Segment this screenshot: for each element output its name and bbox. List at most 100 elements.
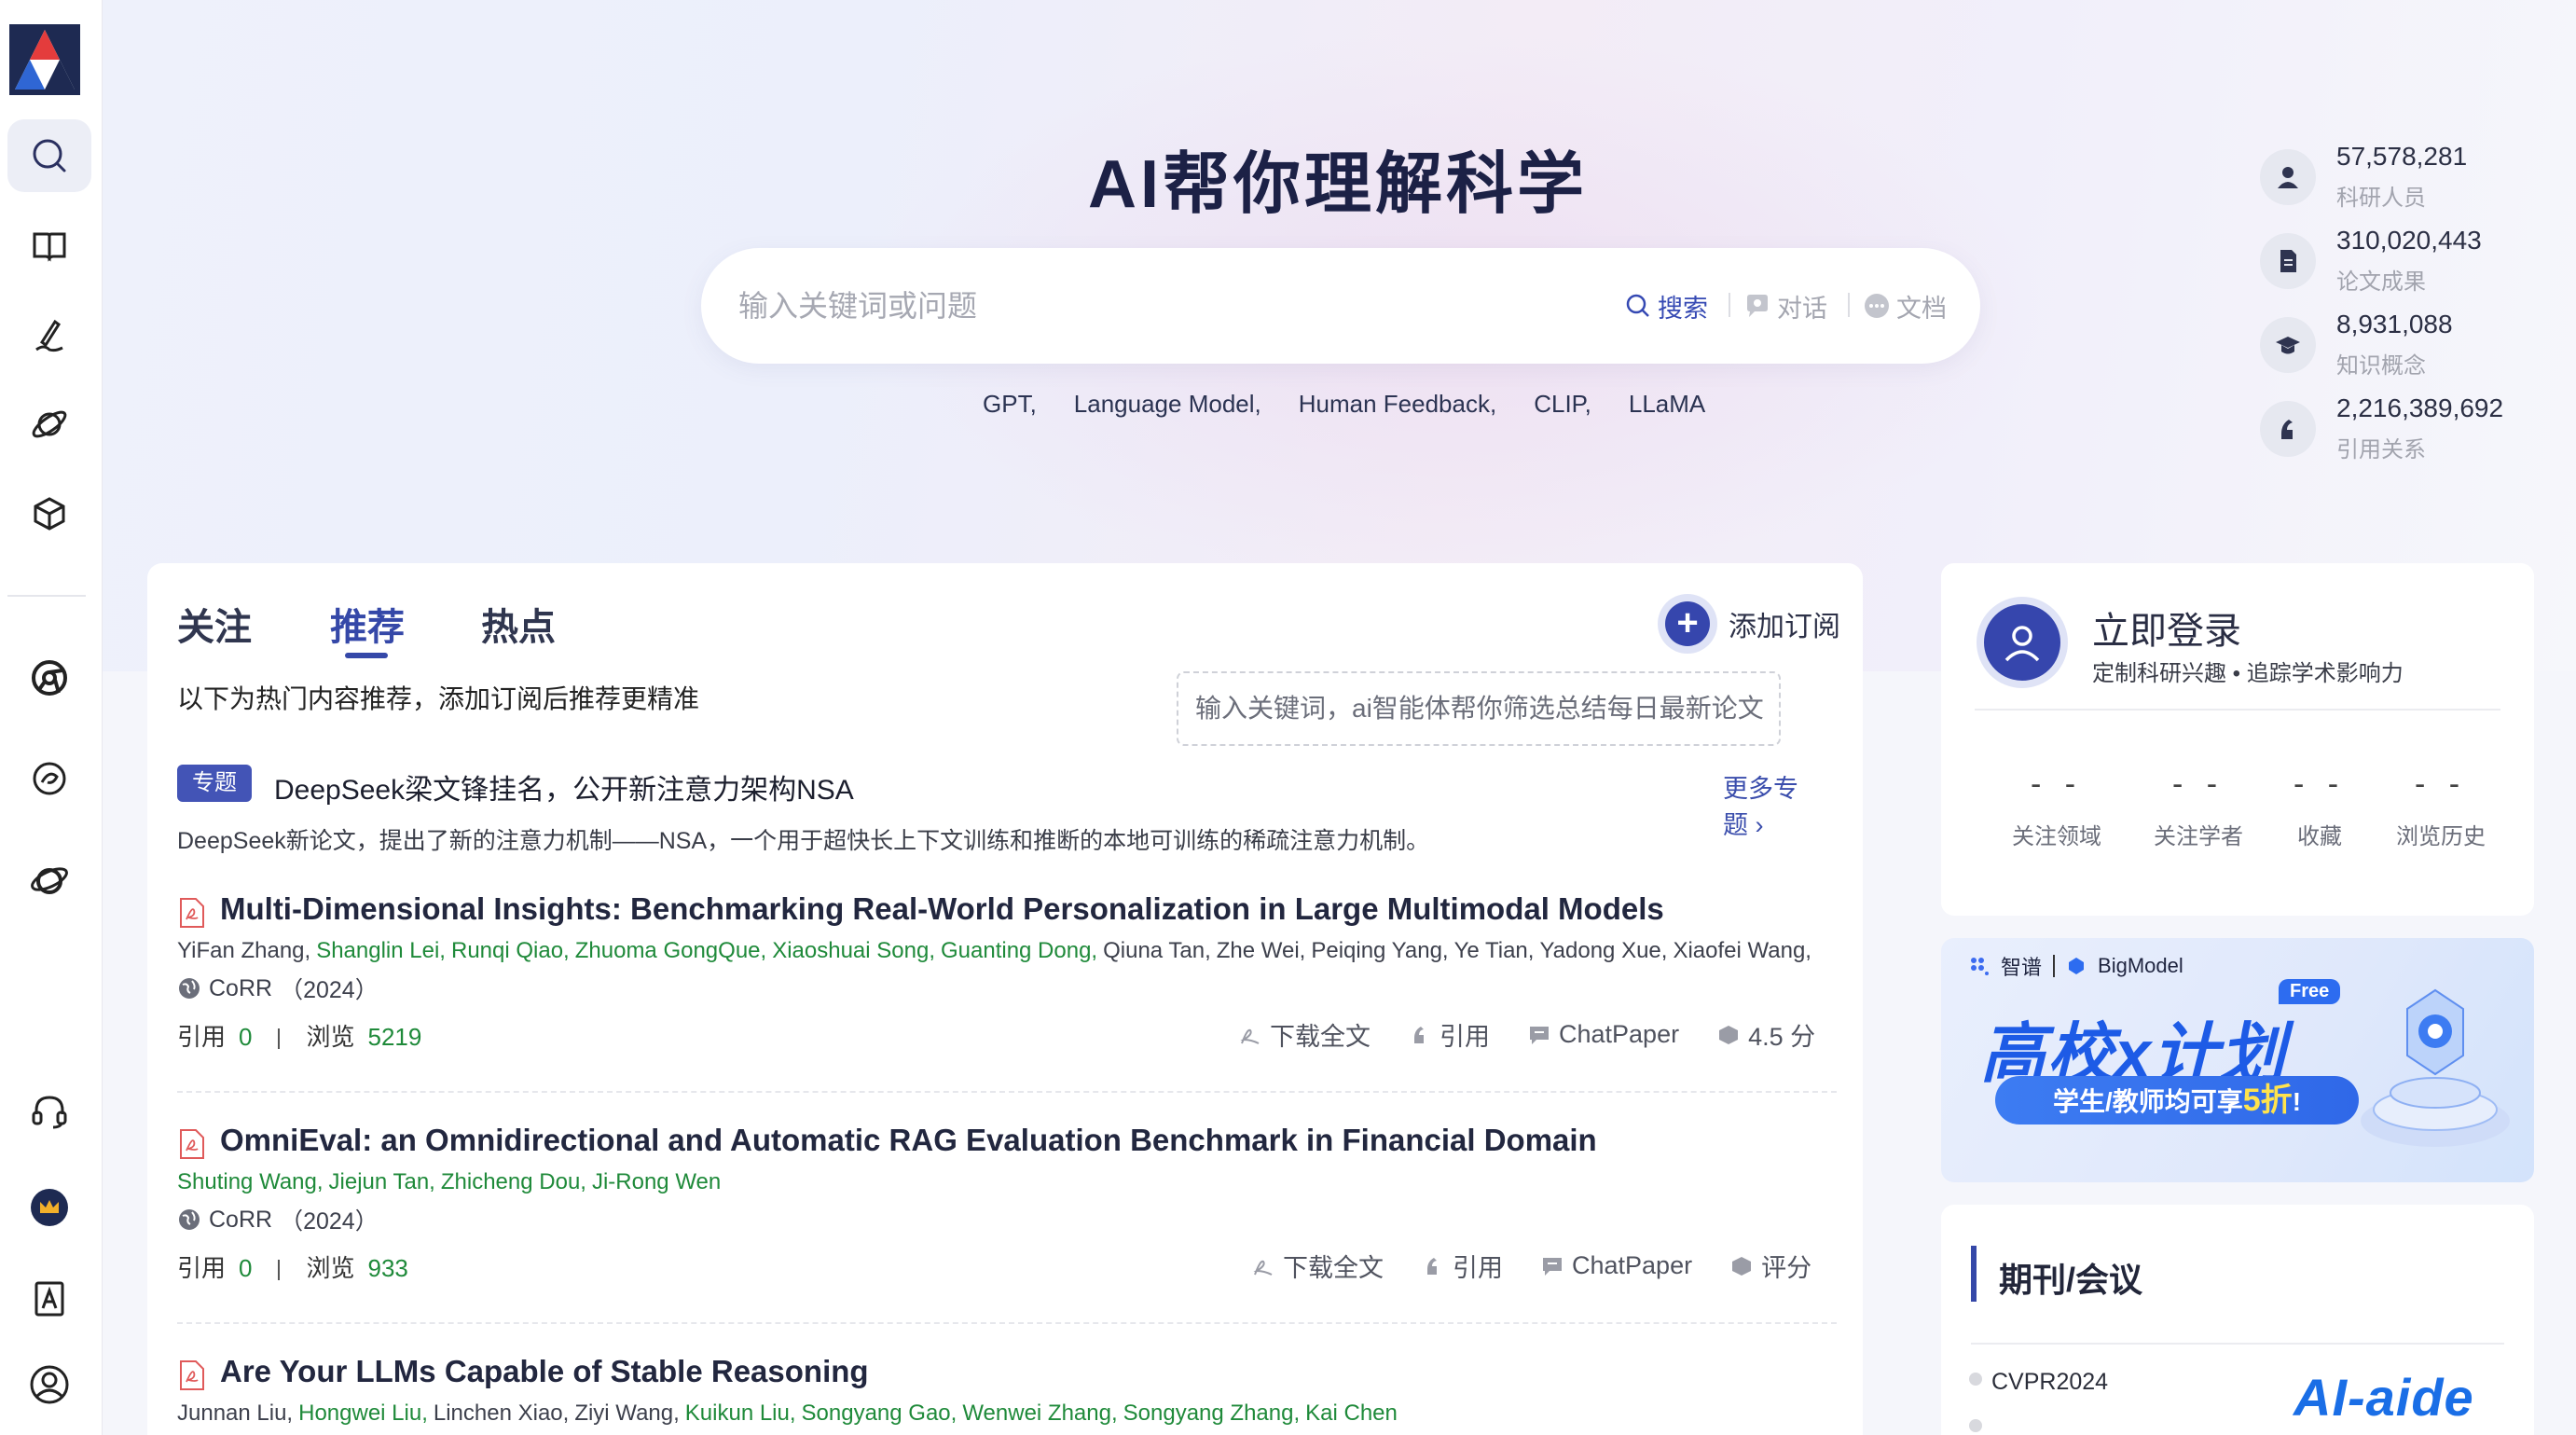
author-name[interactable]: Jiejun Tan, [329,1169,435,1194]
tag-gpt[interactable]: GPT, [983,390,1037,419]
view-label: 浏览 [306,1254,355,1282]
author-name[interactable]: Shanglin Lei, [316,938,446,963]
paper-title[interactable]: Multi-Dimensional Insights: Benchmarking… [220,891,1664,927]
rating-button[interactable]: 4.5 分 [1716,1016,1815,1053]
nav-contacts[interactable] [7,1263,91,1335]
metric-followed-scholars[interactable]: - - 关注学者 [2133,766,2264,850]
contact-card-icon [34,1281,64,1317]
search-mode-docs-label: 文档 [1896,294,1947,323]
logo-icon[interactable] [9,24,80,95]
watermark-logo: AI-aide [2294,1368,2474,1427]
chat-bubble-icon [1747,295,1768,317]
nav-profile[interactable] [7,1348,91,1421]
cite-button[interactable]: 引用 [1408,1016,1490,1053]
author-name[interactable]: Hongwei Liu, [298,1401,428,1426]
add-subscription-button[interactable]: + 添加订阅 [1658,591,1840,656]
author-name[interactable]: Zhuoma GongQue, [575,938,766,963]
author-name[interactable]: Kai Chen [1305,1401,1398,1426]
stat-concepts: 8,931,088 知识概念 [2260,310,2540,384]
nav-explore[interactable] [7,388,91,461]
more-topics-link[interactable]: 更多专题 › [1723,768,1818,841]
download-button[interactable]: 下载全文 [1238,1016,1371,1053]
author-name[interactable]: Guanting Dong, [941,938,1097,963]
download-label: 下载全文 [1270,1023,1371,1051]
paper-title[interactable]: Are Your LLMs Capable of Stable Reasonin… [220,1354,869,1389]
author-name[interactable]: Runqi Qiao, [451,938,570,963]
nav-edge-extension[interactable] [7,742,91,815]
author-name[interactable]: Peiqing Yang, [1311,938,1448,963]
download-button[interactable]: 下载全文 [1251,1248,1384,1284]
tag-language-model[interactable]: Language Model, [1074,390,1261,419]
view-label: 浏览 [306,1023,355,1051]
search-mode-search[interactable]: 搜索 [1624,287,1708,324]
author-name[interactable]: Xiaoshuai Song, [772,938,935,963]
metric-history[interactable]: - - 浏览历史 [2376,766,2506,850]
journal-item[interactable]: CVPR2024 [1991,1369,2108,1396]
tab-hot[interactable]: 热点 [481,597,556,651]
nav-models[interactable] [7,477,91,550]
tab-follow[interactable]: 关注 [177,597,252,651]
author-name[interactable]: Junnan Liu, [177,1401,293,1426]
user-icon [30,1365,69,1404]
promo-banner[interactable]: 智谱 BigModel Free 高校x计划 学生/教师均可享5折! [1941,938,2534,1182]
author-name[interactable]: Yadong Xue, [1539,938,1667,963]
nav-vip[interactable] [7,1171,91,1244]
tag-human-feedback[interactable]: Human Feedback, [1299,390,1496,419]
venue-name[interactable]: CoRR [209,1207,272,1234]
metric-value: - - [2171,766,2225,802]
tag-llama[interactable]: LLaMA [1629,390,1705,419]
author-name[interactable]: Ye Tian, [1454,938,1535,963]
nav-write[interactable] [7,298,91,371]
metric-value: - - [2414,766,2468,802]
author-name[interactable]: Linchen Xiao, [434,1401,569,1426]
search-input[interactable] [738,280,1540,332]
venue-name[interactable]: CoRR [209,975,272,1002]
globe-icon [179,1209,200,1230]
cite-button[interactable]: 引用 [1421,1248,1503,1284]
metric-label: 关注学者 [2154,824,2243,849]
author-name[interactable]: Zhicheng Dou, [441,1169,586,1194]
nav-support[interactable] [7,1074,91,1147]
topic-row: 专题 DeepSeek梁文锋挂名，公开新注意力架构NSA 更多专题 › [177,765,1818,839]
rating-button[interactable]: 评分 [1729,1248,1811,1284]
nav-ie-extension[interactable] [7,843,91,916]
paper-title[interactable]: OmniEval: an Omnidirectional and Automat… [220,1123,1597,1158]
author-name[interactable]: Songyang Gao, [802,1401,957,1426]
nav-chrome-extension[interactable] [7,642,91,714]
metric-favorites[interactable]: - - 收藏 [2254,766,2385,850]
stat-citations: 2,216,389,692 引用关系 [2260,393,2540,468]
author-name[interactable]: Shuting Wang, [177,1169,324,1194]
author-name[interactable]: Qiuna Tan, [1103,938,1211,963]
search-mode-chat[interactable]: 对话 [1743,287,1827,324]
banner-brand: 智谱 BigModel [1969,951,2183,981]
author-name[interactable]: Songyang Zhang, [1123,1401,1300,1426]
author-name[interactable]: Zhe Wei, [1217,938,1306,963]
pdf-icon [180,898,204,928]
tag-clip[interactable]: CLIP, [1534,390,1591,419]
stat-label: 知识概念 [2336,353,2426,379]
chatpaper-button[interactable]: ChatPaper [1527,1016,1679,1053]
author-name[interactable]: Wenwei Zhang, [962,1401,1117,1426]
avatar[interactable] [1977,597,2068,688]
author-name[interactable]: Kuikun Liu, [685,1401,796,1426]
chatpaper-label: ChatPaper [1572,1251,1693,1279]
login-link[interactable]: 立即登录 [2092,600,2241,655]
author-name[interactable]: Xiaofei Wang, [1673,938,1811,963]
search-mode-docs[interactable]: 文档 [1863,287,1947,324]
metric-followed-fields[interactable]: - - 关注领域 [1991,766,2122,850]
pill-prefix: 学生/教师均可享 [2052,1087,2243,1116]
bigmodel-logo-icon [2069,958,2085,974]
tab-recommend[interactable]: 推荐 [330,597,405,651]
author-name[interactable]: Ziyi Wang, [574,1401,679,1426]
chatpaper-button[interactable]: ChatPaper [1540,1248,1692,1284]
mode-divider [1729,293,1730,317]
topic-title[interactable]: DeepSeek梁文锋挂名，公开新注意力架构NSA [274,766,854,807]
author-name[interactable]: Ji-Rong Wen [592,1169,721,1194]
stat-label: 科研人员 [2336,186,2426,211]
stat-value: 2,216,389,692 [2336,393,2504,422]
author-name[interactable]: YiFan Zhang, [177,938,310,963]
paper-divider [177,1322,1837,1324]
pen-icon [35,319,63,352]
sidebar-divider [7,595,86,597]
quote-icon [1427,1257,1437,1275]
